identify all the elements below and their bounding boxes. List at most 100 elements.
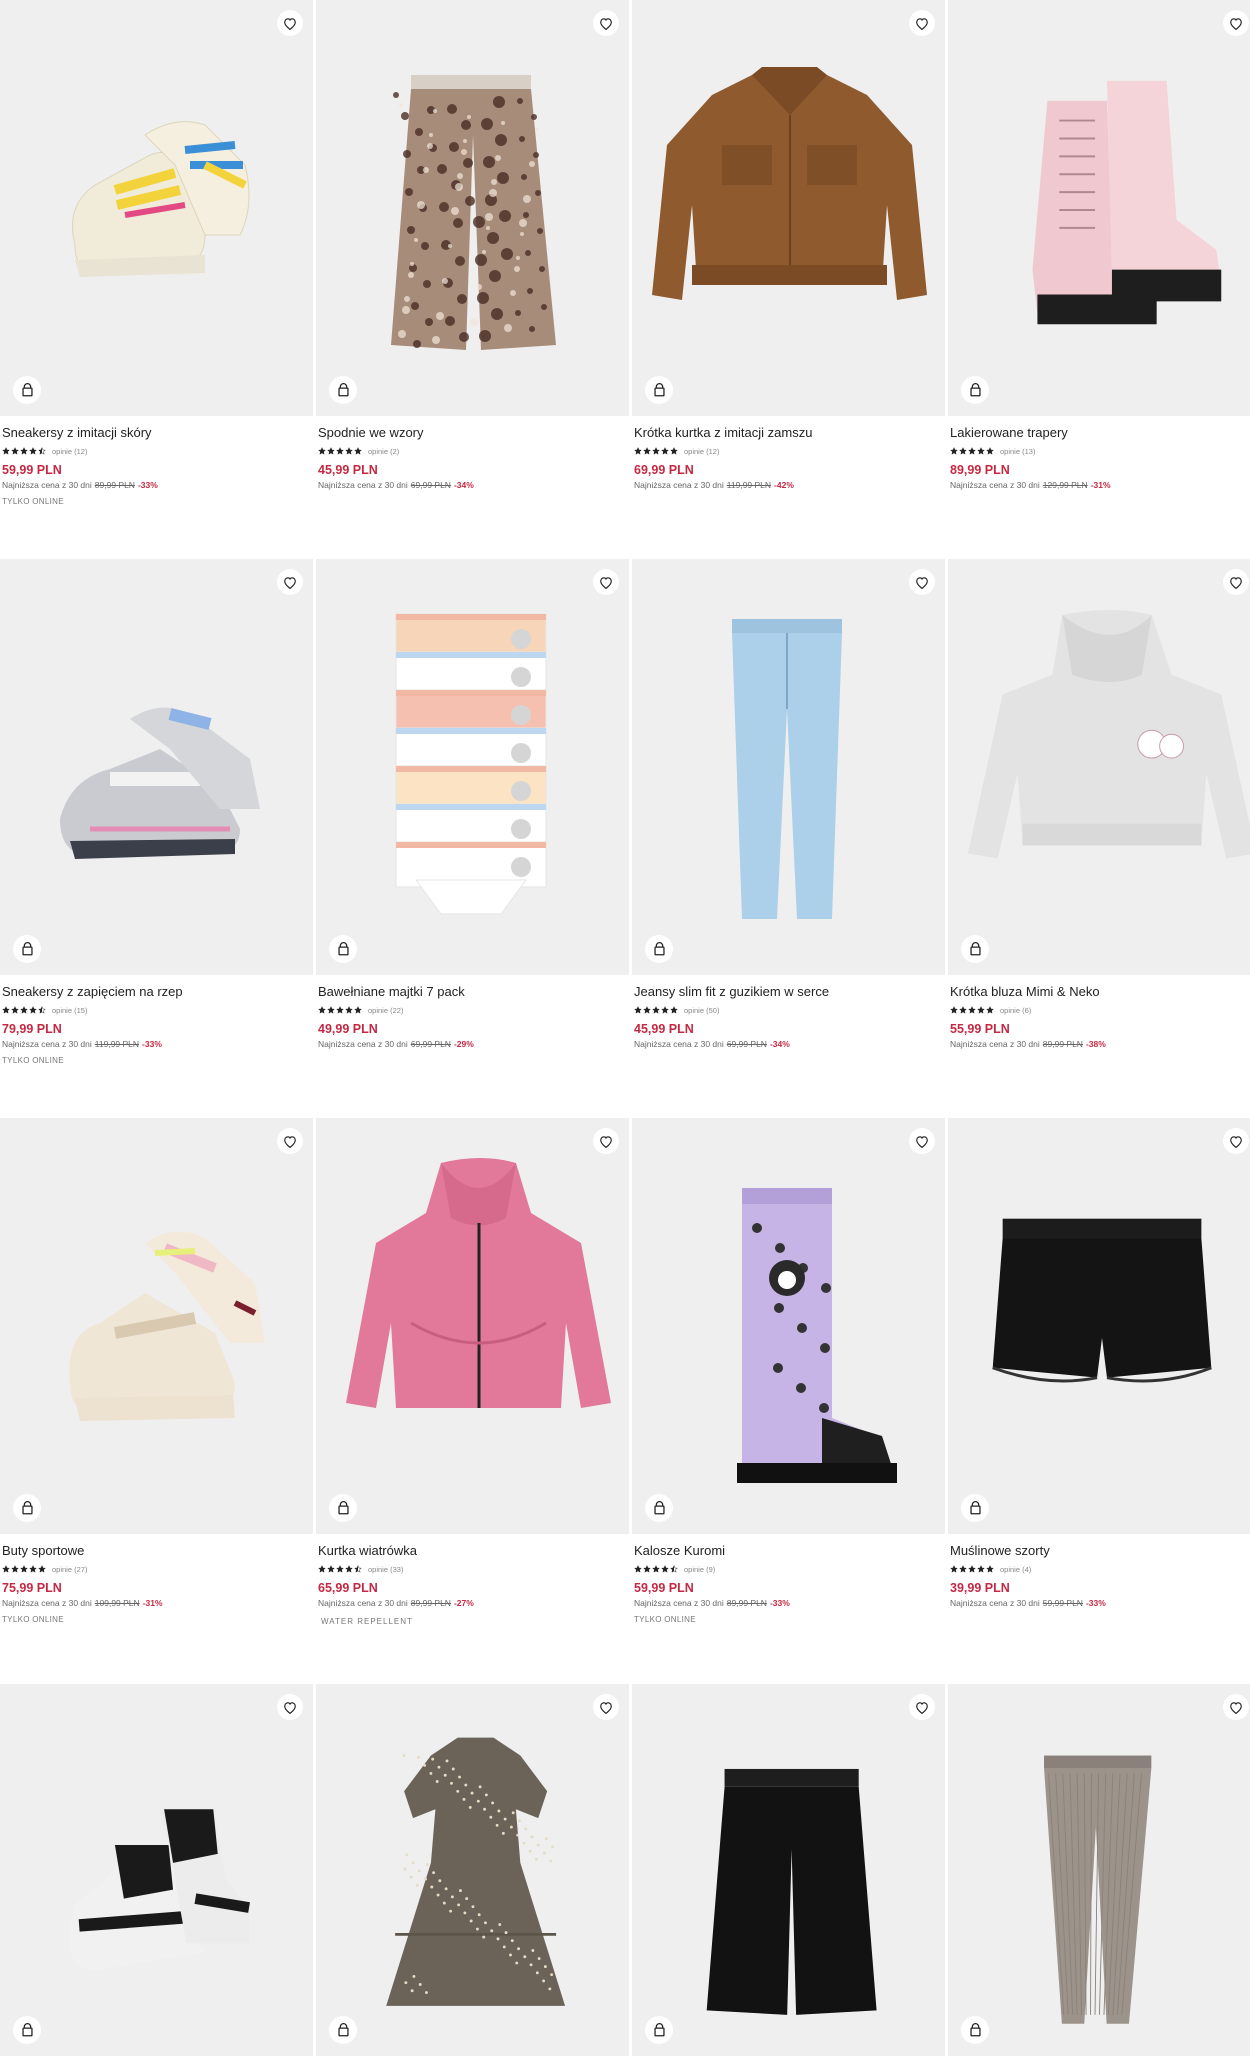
- lowest-price-info: Najniższa cena z 30 dni 89,99 PLN -27%: [318, 1597, 629, 1609]
- product-image[interactable]: [632, 559, 945, 975]
- heart-icon[interactable]: [593, 1128, 619, 1154]
- product-image[interactable]: [316, 1684, 629, 2056]
- bag-icon[interactable]: [645, 1494, 673, 1522]
- lowest-price-info: Najniższa cena z 30 dni 69,99 PLN -34%: [634, 1038, 945, 1050]
- product-card[interactable]: Spodnie we wzory opinie (2) 45,99 PLN Na…: [316, 0, 629, 559]
- product-card[interactable]: Bawełniane majtki 7 pack opinie (22) 49,…: [316, 559, 629, 1118]
- product-name[interactable]: Bawełniane majtki 7 pack: [318, 984, 629, 1001]
- bag-icon[interactable]: [645, 935, 673, 963]
- product-name[interactable]: Krótka bluza Mimi & Neko: [950, 984, 1250, 1001]
- product-image[interactable]: [0, 0, 313, 416]
- heart-icon[interactable]: [1223, 10, 1249, 36]
- product-card[interactable]: [948, 1684, 1250, 2056]
- product-name[interactable]: Kurtka wiatrówka: [318, 1543, 629, 1560]
- heart-icon[interactable]: [909, 569, 935, 595]
- product-image[interactable]: [632, 0, 945, 416]
- bag-icon[interactable]: [329, 2016, 357, 2044]
- product-name[interactable]: Sneakersy z zapięciem na rzep: [2, 984, 313, 1001]
- bag-icon[interactable]: [645, 2016, 673, 2044]
- star-icon: [968, 1565, 976, 1573]
- heart-icon[interactable]: [1223, 1128, 1249, 1154]
- heart-icon[interactable]: [909, 10, 935, 36]
- star-icon: [318, 1565, 326, 1573]
- product-name[interactable]: Sneakersy z imitacji skóry: [2, 425, 313, 442]
- product-image[interactable]: [948, 559, 1250, 975]
- star-icon: [336, 1006, 344, 1014]
- product-photo: [992, 1218, 1212, 1383]
- product-image[interactable]: [948, 1118, 1250, 1534]
- review-count[interactable]: opinie (13): [1000, 447, 1035, 456]
- product-image[interactable]: [948, 1684, 1250, 2056]
- bag-icon[interactable]: [13, 2016, 41, 2044]
- product-price: 45,99 PLN: [318, 463, 378, 477]
- product-image[interactable]: [0, 1118, 313, 1534]
- review-count[interactable]: opinie (27): [52, 1565, 87, 1574]
- heart-icon[interactable]: [277, 569, 303, 595]
- product-price: 59,99 PLN: [634, 1581, 694, 1595]
- heart-icon[interactable]: [277, 10, 303, 36]
- product-name[interactable]: Muślinowe szorty: [950, 1543, 1250, 1560]
- product-card[interactable]: [316, 1684, 629, 2056]
- bag-icon[interactable]: [645, 376, 673, 404]
- review-count[interactable]: opinie (50): [684, 1006, 719, 1015]
- review-count[interactable]: opinie (4): [1000, 1565, 1031, 1574]
- product-image[interactable]: [316, 559, 629, 975]
- product-card[interactable]: Jeansy slim fit z guzikiem w serce opini…: [632, 559, 945, 1118]
- heart-icon[interactable]: [909, 1128, 935, 1154]
- heart-icon[interactable]: [277, 1128, 303, 1154]
- heart-icon[interactable]: [909, 1694, 935, 1720]
- review-count[interactable]: opinie (15): [52, 1006, 87, 1015]
- star-icon: [986, 1565, 994, 1573]
- product-image[interactable]: [316, 1118, 629, 1534]
- review-count[interactable]: opinie (6): [1000, 1006, 1031, 1015]
- review-count[interactable]: opinie (2): [368, 447, 399, 456]
- review-count[interactable]: opinie (12): [684, 447, 719, 456]
- product-name[interactable]: Spodnie we wzory: [318, 425, 629, 442]
- product-name[interactable]: Kalosze Kuromi: [634, 1543, 945, 1560]
- bag-icon[interactable]: [13, 376, 41, 404]
- product-card[interactable]: Lakierowane trapery opinie (13) 89,99 PL…: [948, 0, 1250, 559]
- product-name[interactable]: Buty sportowe: [2, 1543, 313, 1560]
- product-card[interactable]: Kurtka wiatrówka opinie (33) 65,99 PLN N…: [316, 1118, 629, 1684]
- review-count[interactable]: opinie (33): [368, 1565, 403, 1574]
- product-image[interactable]: [632, 1118, 945, 1534]
- product-card[interactable]: Buty sportowe opinie (27) 75,99 PLN Najn…: [0, 1118, 313, 1684]
- heart-icon[interactable]: [1223, 1694, 1249, 1720]
- review-count[interactable]: opinie (22): [368, 1006, 403, 1015]
- review-count[interactable]: opinie (12): [52, 447, 87, 456]
- heart-icon[interactable]: [593, 1694, 619, 1720]
- product-card[interactable]: Krótka kurtka z imitacji zamszu opinie (…: [632, 0, 945, 559]
- product-image[interactable]: [632, 1684, 945, 2056]
- bag-icon[interactable]: [329, 935, 357, 963]
- bag-icon[interactable]: [13, 935, 41, 963]
- product-card[interactable]: Muślinowe szorty opinie (4) 39,99 PLN Na…: [948, 1118, 1250, 1684]
- product-card[interactable]: [632, 1684, 945, 2056]
- product-name[interactable]: Jeansy slim fit z guzikiem w serce: [634, 984, 945, 1001]
- heart-icon[interactable]: [593, 10, 619, 36]
- product-image[interactable]: [0, 559, 313, 975]
- bag-icon[interactable]: [329, 1494, 357, 1522]
- heart-icon[interactable]: [1223, 569, 1249, 595]
- star-icon: [959, 447, 967, 455]
- bag-icon[interactable]: [961, 1494, 989, 1522]
- bag-icon[interactable]: [961, 2016, 989, 2044]
- product-card[interactable]: Kalosze Kuromi opinie (9) 59,99 PLN Najn…: [632, 1118, 945, 1684]
- product-name[interactable]: Lakierowane trapery: [950, 425, 1250, 442]
- bag-icon[interactable]: [13, 1494, 41, 1522]
- lowest-price-info: Najniższa cena z 30 dni 59,99 PLN -33%: [950, 1597, 1250, 1609]
- bag-icon[interactable]: [961, 935, 989, 963]
- heart-icon[interactable]: [277, 1694, 303, 1720]
- bag-icon[interactable]: [329, 376, 357, 404]
- review-count[interactable]: opinie (9): [684, 1565, 715, 1574]
- product-card[interactable]: Sneakersy z zapięciem na rzep opinie (15…: [0, 559, 313, 1118]
- product-name[interactable]: Krótka kurtka z imitacji zamszu: [634, 425, 945, 442]
- product-price: 39,99 PLN: [950, 1581, 1010, 1595]
- product-image[interactable]: [948, 0, 1250, 416]
- product-image[interactable]: [0, 1684, 313, 2056]
- product-image[interactable]: [316, 0, 629, 416]
- heart-icon[interactable]: [593, 569, 619, 595]
- product-card[interactable]: Sneakersy z imitacji skóry opinie (12) 5…: [0, 0, 313, 559]
- product-card[interactable]: [0, 1684, 313, 2056]
- bag-icon[interactable]: [961, 376, 989, 404]
- product-card[interactable]: Krótka bluza Mimi & Neko opinie (6) 55,9…: [948, 559, 1250, 1118]
